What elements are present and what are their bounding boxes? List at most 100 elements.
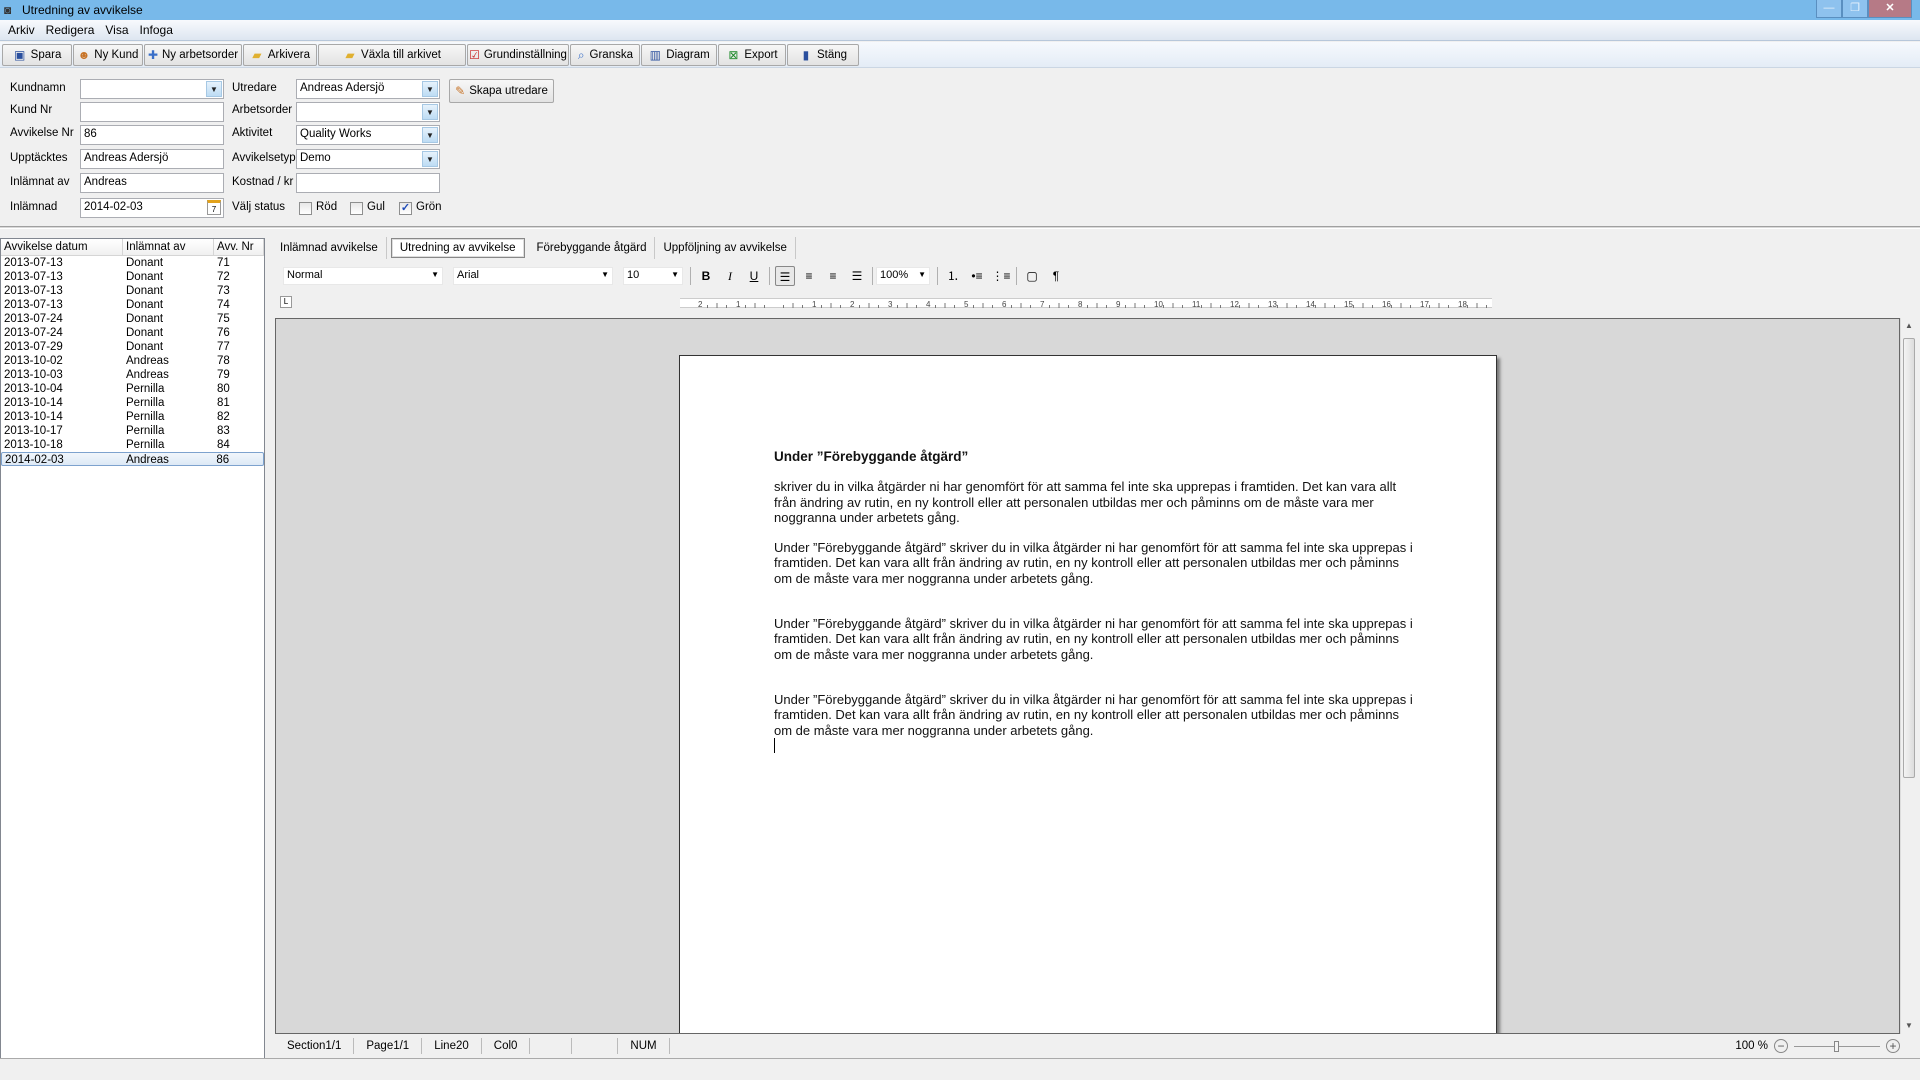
chevron-down-icon[interactable]: ▼ bbox=[422, 127, 438, 143]
document-editor[interactable]: Under ”Förebyggande åtgärd” skriver du i… bbox=[275, 318, 1900, 1034]
align-right-button[interactable]: ≡ bbox=[823, 266, 843, 286]
list-row[interactable]: 2013-07-24 Donant 76 bbox=[1, 326, 264, 340]
restore-button[interactable]: ❐ bbox=[1842, 0, 1868, 18]
chevron-down-icon[interactable]: ▼ bbox=[206, 81, 222, 97]
bullet-list-button[interactable]: •≡ bbox=[967, 266, 987, 286]
scrollbar-thumb[interactable] bbox=[1903, 338, 1915, 778]
frame-button[interactable]: ▢ bbox=[1022, 266, 1042, 286]
align-center-icon: ≡ bbox=[805, 269, 813, 283]
close-form-button[interactable]: ▮ Stäng bbox=[787, 43, 859, 66]
zoom-in-icon[interactable]: + bbox=[1886, 1039, 1900, 1053]
chevron-down-icon[interactable]: ▼ bbox=[422, 104, 438, 120]
deviation-type-dropdown[interactable]: Demo ▼ bbox=[296, 149, 440, 169]
italic-button[interactable]: I bbox=[720, 266, 740, 286]
minimize-button[interactable]: — bbox=[1816, 0, 1842, 18]
list-row[interactable]: 2013-07-13 Donant 73 bbox=[1, 284, 264, 298]
list-row[interactable]: 2013-10-17 Pernilla 83 bbox=[1, 424, 264, 438]
investigator-label: Utredare bbox=[232, 82, 277, 94]
menu-redigera[interactable]: Redigera bbox=[46, 23, 95, 37]
separator bbox=[690, 267, 691, 285]
zoom-slider-handle[interactable] bbox=[1834, 1040, 1839, 1052]
switch-to-archive-button[interactable]: ▰ Växla till arkivet bbox=[318, 43, 466, 66]
export-button[interactable]: ⊠ Export bbox=[718, 43, 786, 66]
status-red-checkbox[interactable] bbox=[299, 202, 312, 215]
deviation-list[interactable]: Avvikelse datum Inlämnat av Avv. Nr 2013… bbox=[0, 238, 265, 1061]
justify-button[interactable]: ☰ bbox=[847, 266, 867, 286]
list-row[interactable]: 2013-10-18 Pernilla 84 bbox=[1, 438, 264, 452]
list-row[interactable]: 2013-07-13 Donant 74 bbox=[1, 298, 264, 312]
investigator-dropdown[interactable]: Andreas Adersjö ▼ bbox=[296, 79, 440, 99]
settings-button[interactable]: ☑ Grundinställning bbox=[467, 43, 569, 66]
list-cell-date: 2013-10-14 bbox=[4, 397, 63, 409]
underline-button[interactable]: U bbox=[744, 266, 764, 286]
calendar-icon[interactable]: 7 bbox=[207, 200, 221, 215]
tab-deviation-followup[interactable]: Uppföljning av avvikelse bbox=[655, 237, 796, 259]
list-row[interactable]: 2013-10-02 Andreas 78 bbox=[1, 354, 264, 368]
new-workorder-button[interactable]: ✚ Ny arbetsorder bbox=[144, 43, 242, 66]
tab-deviation-investigation[interactable]: Utredning av avvikelse bbox=[390, 238, 525, 258]
diagram-button[interactable]: ▥ Diagram bbox=[641, 43, 717, 66]
zoom-out-icon[interactable]: − bbox=[1774, 1039, 1788, 1053]
new-customer-button[interactable]: ☻ Ny Kund bbox=[73, 43, 143, 66]
list-row[interactable]: 2014-02-03 Andreas 86 bbox=[1, 452, 264, 466]
chevron-down-icon[interactable]: ▼ bbox=[422, 81, 438, 97]
preview-icon: ⌕ bbox=[577, 47, 585, 62]
zoom-dropdown[interactable]: 100% ▼ bbox=[876, 267, 930, 285]
menu-infoga[interactable]: Infoga bbox=[140, 23, 173, 37]
paragraph-style-dropdown[interactable]: Normal ▼ bbox=[283, 267, 443, 285]
list-row[interactable]: 2013-07-29 Donant 77 bbox=[1, 340, 264, 354]
list-row[interactable]: 2013-07-13 Donant 71 bbox=[1, 256, 264, 270]
zoom-slider[interactable] bbox=[1794, 1040, 1880, 1052]
document-paragraph: Under ”Förebyggande åtgärd” skriver du i… bbox=[774, 540, 1413, 586]
deviation-number-field[interactable]: 86 bbox=[80, 125, 224, 145]
horizontal-ruler[interactable]: 2 1 1 2 3 4 5 6 7 8 9 10 11 12 13 14 15 16 17 18 bbox=[680, 298, 1492, 309]
align-left-button[interactable]: ☰ bbox=[775, 266, 795, 286]
archive-button[interactable]: ▰ Arkivera bbox=[243, 43, 317, 66]
tab-submitted-deviation[interactable]: Inlämnad avvikelse bbox=[272, 237, 387, 259]
list-row[interactable]: 2013-07-24 Donant 75 bbox=[1, 312, 264, 326]
list-row[interactable]: 2013-10-03 Andreas 79 bbox=[1, 368, 264, 382]
column-header-submitted-by[interactable]: Inlämnat av bbox=[123, 239, 214, 255]
customer-name-dropdown[interactable]: ▼ bbox=[80, 79, 224, 99]
multilevel-list-button[interactable]: ⋮≡ bbox=[991, 266, 1011, 286]
vertical-scrollbar[interactable]: ▲ ▼ bbox=[1900, 318, 1917, 1034]
workorder-dropdown[interactable]: ▼ bbox=[296, 102, 440, 122]
list-row[interactable]: 2013-10-14 Pernilla 81 bbox=[1, 396, 264, 410]
tab-stop-selector[interactable]: L bbox=[280, 296, 292, 308]
save-button[interactable]: ▣ Spara bbox=[2, 43, 72, 66]
customer-number-label: Kund Nr bbox=[10, 104, 53, 116]
column-header-date[interactable]: Avvikelse datum bbox=[1, 239, 123, 255]
cost-field[interactable] bbox=[296, 173, 440, 193]
list-row[interactable]: 2013-10-04 Pernilla 80 bbox=[1, 382, 264, 396]
list-row[interactable]: 2013-07-13 Donant 72 bbox=[1, 270, 264, 284]
document-page[interactable]: Under ”Förebyggande åtgärd” skriver du i… bbox=[679, 355, 1497, 1033]
list-cell-number: 73 bbox=[217, 285, 230, 297]
submitted-by-field[interactable]: Andreas bbox=[80, 173, 224, 193]
bold-button[interactable]: B bbox=[696, 266, 716, 286]
tab-preventive-action[interactable]: Förebyggande åtgärd bbox=[529, 237, 656, 259]
column-header-number[interactable]: Avv. Nr bbox=[214, 239, 264, 255]
status-yellow-checkbox[interactable] bbox=[350, 202, 363, 215]
scroll-down-arrow[interactable]: ▼ bbox=[1901, 1018, 1917, 1034]
customer-number-field[interactable] bbox=[80, 102, 224, 122]
menu-visa[interactable]: Visa bbox=[105, 23, 128, 37]
preview-button[interactable]: ⌕ Granska bbox=[570, 43, 640, 66]
font-size-dropdown[interactable]: 10 ▼ bbox=[623, 267, 683, 285]
scroll-up-arrow[interactable]: ▲ bbox=[1901, 318, 1917, 334]
list-cell-submitted-by: Donant bbox=[126, 327, 164, 339]
create-investigator-button[interactable]: ✎ Skapa utredare bbox=[449, 79, 554, 103]
activity-dropdown[interactable]: Quality Works ▼ bbox=[296, 125, 440, 145]
show-formatting-button[interactable]: ¶ bbox=[1046, 266, 1066, 286]
submitted-date-picker[interactable]: 2014-02-03 7 bbox=[80, 198, 224, 218]
close-button[interactable]: ✕ bbox=[1868, 0, 1912, 18]
status-column: Col0 bbox=[482, 1038, 531, 1054]
font-family-dropdown[interactable]: Arial ▼ bbox=[453, 267, 613, 285]
align-center-button[interactable]: ≡ bbox=[799, 266, 819, 286]
list-row[interactable]: 2013-10-14 Pernilla 82 bbox=[1, 410, 264, 424]
status-green-checkbox[interactable]: ✓ bbox=[399, 202, 412, 215]
chevron-down-icon[interactable]: ▼ bbox=[422, 151, 438, 167]
numbered-list-button[interactable]: ⒈ bbox=[943, 266, 963, 286]
document-content[interactable]: Under ”Förebyggande åtgärd” skriver du i… bbox=[774, 449, 1414, 753]
menu-arkiv[interactable]: Arkiv bbox=[8, 23, 35, 37]
discovered-field[interactable]: Andreas Adersjö bbox=[80, 149, 224, 169]
